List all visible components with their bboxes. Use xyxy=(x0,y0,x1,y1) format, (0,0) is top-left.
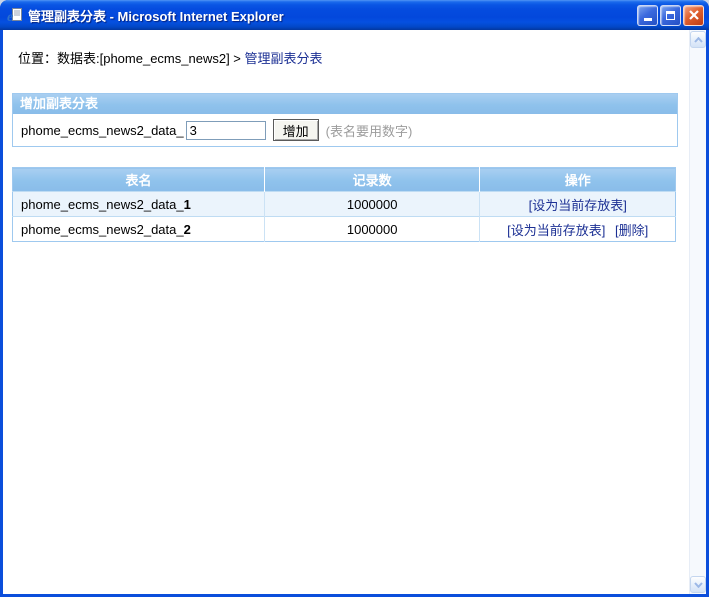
table-name-suffix: 1 xyxy=(184,197,191,212)
set-current-table-link[interactable]: [设为当前存放表] xyxy=(507,223,605,238)
svg-text:e: e xyxy=(7,10,13,23)
window-title: 管理副表分表 - Microsoft Internet Explorer xyxy=(28,6,637,25)
minimize-button[interactable] xyxy=(637,5,658,26)
close-button[interactable] xyxy=(683,5,704,26)
record-count-cell: 1000000 xyxy=(264,192,479,217)
col-header-operation: 操作 xyxy=(480,168,676,192)
operation-cell: [设为当前存放表] [删除] xyxy=(480,217,676,242)
table-name-text: phome_ecms_news2_data_ xyxy=(21,222,184,237)
scroll-down-button[interactable] xyxy=(690,576,706,593)
table-number-input[interactable] xyxy=(186,121,266,140)
table-header-row: 表名 记录数 操作 xyxy=(13,168,676,192)
breadcrumb-location-text: 位置：数据表:[phome_ecms_news2] > xyxy=(18,51,245,66)
internet-explorer-icon: e xyxy=(7,7,23,23)
table-name-suffix: 2 xyxy=(184,222,191,237)
table-row: phome_ecms_news2_data_1 1000000 [设为当前存放表… xyxy=(13,192,676,217)
chevron-down-icon xyxy=(694,582,703,588)
scroll-up-button[interactable] xyxy=(690,31,706,48)
vertical-scrollbar[interactable] xyxy=(689,30,706,594)
breadcrumb: 位置：数据表:[phome_ecms_news2] > 管理副表分表 xyxy=(18,48,689,67)
col-header-record-count: 记录数 xyxy=(264,168,479,192)
add-subtable-panel-title: 增加副表分表 xyxy=(13,94,677,114)
table-name-hint: (表名要用数字) xyxy=(326,121,413,140)
browser-window: e 管理副表分表 - Microsoft Internet Explorer 位… xyxy=(0,0,709,597)
table-row: phome_ecms_news2_data_2 1000000 [设为当前存放表… xyxy=(13,217,676,242)
delete-link[interactable]: [删除] xyxy=(615,223,648,238)
set-current-table-link[interactable]: [设为当前存放表] xyxy=(529,198,627,213)
add-subtable-form: phome_ecms_news2_data_ 增加 (表名要用数字) xyxy=(13,114,677,146)
col-header-table-name: 表名 xyxy=(13,168,265,192)
table-name-cell: phome_ecms_news2_data_2 xyxy=(13,217,265,242)
maximize-icon xyxy=(666,11,675,20)
add-subtable-panel: 增加副表分表 phome_ecms_news2_data_ 增加 (表名要用数字… xyxy=(12,93,678,147)
maximize-button[interactable] xyxy=(660,5,681,26)
table-name-text: phome_ecms_news2_data_ xyxy=(21,197,184,212)
add-button[interactable]: 增加 xyxy=(273,119,319,141)
operation-cell: [设为当前存放表] xyxy=(480,192,676,217)
minimize-icon xyxy=(644,18,652,21)
page-content: 位置：数据表:[phome_ecms_news2] > 管理副表分表 增加副表分… xyxy=(3,30,706,594)
close-icon xyxy=(689,10,699,20)
breadcrumb-current-link[interactable]: 管理副表分表 xyxy=(245,51,323,66)
table-name-cell: phome_ecms_news2_data_1 xyxy=(13,192,265,217)
table-name-prefix-label: phome_ecms_news2_data_ xyxy=(21,123,184,138)
subtable-list-table: 表名 记录数 操作 phome_ecms_news2_data_1 100000… xyxy=(12,167,676,242)
record-count-cell: 1000000 xyxy=(264,217,479,242)
titlebar: e 管理副表分表 - Microsoft Internet Explorer xyxy=(0,0,709,30)
chevron-up-icon xyxy=(694,37,703,43)
window-controls xyxy=(637,5,704,26)
